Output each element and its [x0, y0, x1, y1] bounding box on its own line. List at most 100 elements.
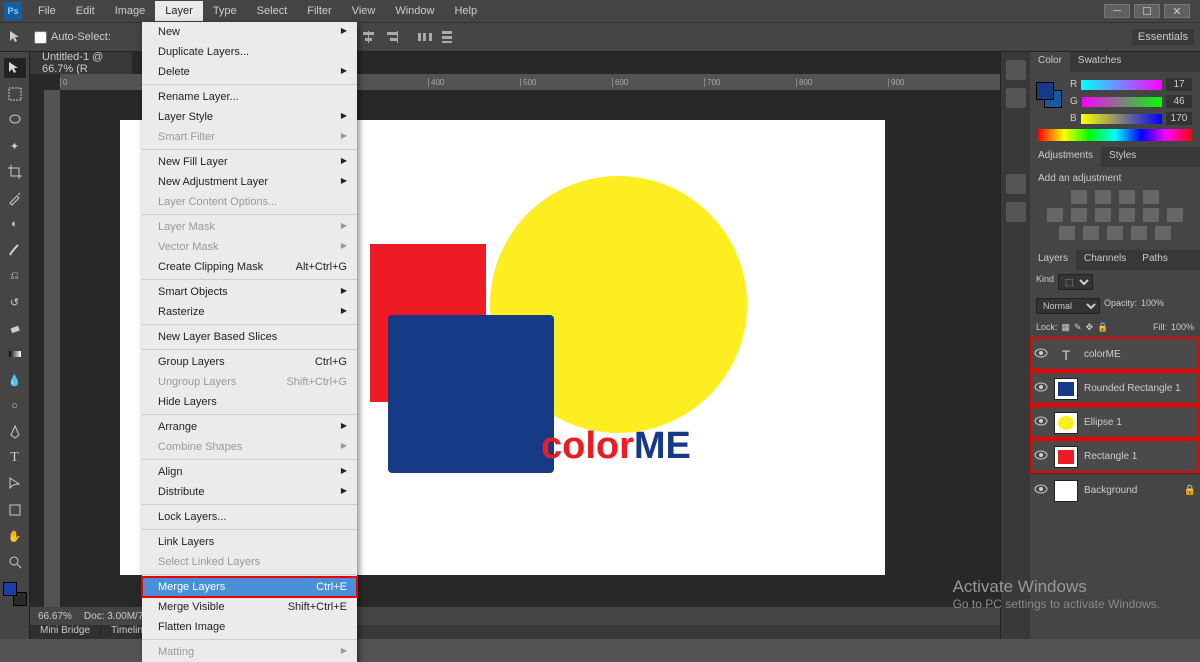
paragraph-panel-icon[interactable]	[1006, 202, 1026, 222]
dodge-tool[interactable]: ○	[4, 396, 26, 416]
auto-select-checkbox[interactable]: Auto-Select:	[34, 31, 111, 44]
panel-tab-paths[interactable]: Paths	[1134, 250, 1176, 270]
adj-gradient-icon[interactable]	[1131, 226, 1147, 240]
blend-mode-select[interactable]: Normal	[1036, 298, 1100, 314]
fill-value[interactable]: 100%	[1171, 322, 1194, 333]
zoom-level[interactable]: 66.67%	[38, 611, 72, 622]
panel-tab-channels[interactable]: Channels	[1076, 250, 1134, 270]
workspace-selector[interactable]: Essentials	[1132, 29, 1194, 45]
wand-tool[interactable]: ✦	[4, 136, 26, 156]
adj-exposure-icon[interactable]	[1143, 190, 1159, 204]
color-spectrum[interactable]	[1038, 129, 1192, 141]
menu-image[interactable]: Image	[105, 1, 156, 21]
menu-layer[interactable]: Layer	[155, 1, 203, 21]
visibility-toggle-icon[interactable]	[1034, 348, 1048, 362]
lock-pixels-icon[interactable]: ✎	[1074, 322, 1082, 333]
adj-bw-icon[interactable]	[1119, 208, 1135, 222]
zoom-tool[interactable]	[4, 552, 26, 572]
panel-tab-adjustments[interactable]: Adjustments	[1030, 147, 1101, 167]
minimize-button[interactable]: ─	[1104, 4, 1130, 18]
menu-file[interactable]: File	[28, 1, 66, 21]
visibility-toggle-icon[interactable]	[1034, 450, 1048, 464]
adj-photo-icon[interactable]	[1143, 208, 1159, 222]
menu-type[interactable]: Type	[203, 1, 247, 21]
menu-window[interactable]: Window	[385, 1, 444, 21]
panel-tab-color[interactable]: Color	[1030, 52, 1070, 72]
menu-item-arrange[interactable]: Arrange▶	[142, 417, 357, 437]
menu-item-new[interactable]: New▶	[142, 22, 357, 42]
gradient-tool[interactable]	[4, 344, 26, 364]
menu-item-delete[interactable]: Delete▶	[142, 62, 357, 82]
menu-item-hide-layers[interactable]: Hide Layers	[142, 392, 357, 412]
history-panel-icon[interactable]	[1006, 60, 1026, 80]
layer-row[interactable]: Rounded Rectangle 1	[1030, 371, 1200, 405]
adj-curves-icon[interactable]	[1119, 190, 1135, 204]
value-g[interactable]: 46	[1166, 95, 1192, 108]
menu-item-merge-layers[interactable]: Merge LayersCtrl+E	[142, 577, 357, 597]
panel-tab-swatches[interactable]: Swatches	[1070, 52, 1129, 72]
menu-item-flatten-image[interactable]: Flatten Image	[142, 617, 357, 637]
eyedropper-tool[interactable]	[4, 188, 26, 208]
menu-item-layer-style[interactable]: Layer Style▶	[142, 107, 357, 127]
lock-all-icon[interactable]: 🔒	[1097, 322, 1108, 333]
menu-item-group-layers[interactable]: Group LayersCtrl+G	[142, 352, 357, 372]
value-b[interactable]: 170	[1166, 112, 1192, 125]
maximize-button[interactable]: ☐	[1134, 4, 1160, 18]
menu-item-merge-visible[interactable]: Merge VisibleShift+Ctrl+E	[142, 597, 357, 617]
marquee-tool[interactable]	[4, 84, 26, 104]
menu-item-duplicate-layers-[interactable]: Duplicate Layers...	[142, 42, 357, 62]
adj-thresh-icon[interactable]	[1107, 226, 1123, 240]
menu-view[interactable]: View	[342, 1, 386, 21]
actions-panel-icon[interactable]	[1006, 88, 1026, 108]
healing-tool[interactable]: ◐	[4, 214, 26, 234]
adj-mixer-icon[interactable]	[1167, 208, 1183, 222]
layer-row[interactable]: Rectangle 1	[1030, 439, 1200, 473]
layer-row[interactable]: Background🔒	[1030, 473, 1200, 507]
lock-transparent-icon[interactable]: ▦	[1062, 322, 1071, 333]
adj-select-icon[interactable]	[1155, 226, 1171, 240]
slider-b[interactable]	[1081, 114, 1162, 124]
adj-levels-icon[interactable]	[1095, 190, 1111, 204]
menu-item-rename-layer-[interactable]: Rename Layer...	[142, 87, 357, 107]
visibility-toggle-icon[interactable]	[1034, 484, 1048, 498]
adj-balance-icon[interactable]	[1095, 208, 1111, 222]
distribute-h-icon[interactable]	[415, 28, 435, 46]
opacity-value[interactable]: 100%	[1141, 298, 1164, 314]
menu-help[interactable]: Help	[444, 1, 487, 21]
menu-filter[interactable]: Filter	[297, 1, 341, 21]
menu-item-align[interactable]: Align▶	[142, 462, 357, 482]
menu-item-rasterize[interactable]: Rasterize▶	[142, 302, 357, 322]
layer-row[interactable]: TcolorME	[1030, 337, 1200, 371]
bottom-tab-mini-bridge[interactable]: Mini Bridge	[30, 625, 101, 639]
menu-item-new-layer-based-slices[interactable]: New Layer Based Slices	[142, 327, 357, 347]
value-r[interactable]: 17	[1166, 78, 1192, 91]
adj-vibrance-icon[interactable]	[1047, 208, 1063, 222]
menu-item-lock-layers-[interactable]: Lock Layers...	[142, 507, 357, 527]
align-right-icon[interactable]	[381, 28, 401, 46]
panel-tab-styles[interactable]: Styles	[1101, 147, 1144, 167]
adj-hue-icon[interactable]	[1071, 208, 1087, 222]
close-button[interactable]: ✕	[1164, 4, 1190, 18]
color-swatches[interactable]	[3, 582, 27, 606]
lock-position-icon[interactable]: ✥	[1086, 322, 1094, 333]
history-brush-tool[interactable]: ↺	[4, 292, 26, 312]
menu-edit[interactable]: Edit	[66, 1, 105, 21]
menu-item-create-clipping-mask[interactable]: Create Clipping MaskAlt+Ctrl+G	[142, 257, 357, 277]
stamp-tool[interactable]: ⎌	[4, 266, 26, 286]
slider-r[interactable]	[1081, 80, 1162, 90]
blur-tool[interactable]: 💧	[4, 370, 26, 390]
hand-tool[interactable]: ✋	[4, 526, 26, 546]
menu-item-smart-objects[interactable]: Smart Objects▶	[142, 282, 357, 302]
slider-g[interactable]	[1082, 97, 1162, 107]
pen-tool[interactable]	[4, 422, 26, 442]
type-tool[interactable]: T	[4, 448, 26, 468]
panel-tab-layers[interactable]: Layers	[1030, 250, 1076, 270]
adj-brightness-icon[interactable]	[1071, 190, 1087, 204]
adj-invert-icon[interactable]	[1059, 226, 1075, 240]
shape-tool[interactable]	[4, 500, 26, 520]
move-tool-preset-icon[interactable]	[6, 27, 26, 47]
character-panel-icon[interactable]	[1006, 174, 1026, 194]
brush-tool[interactable]	[4, 240, 26, 260]
eraser-tool[interactable]	[4, 318, 26, 338]
crop-tool[interactable]	[4, 162, 26, 182]
